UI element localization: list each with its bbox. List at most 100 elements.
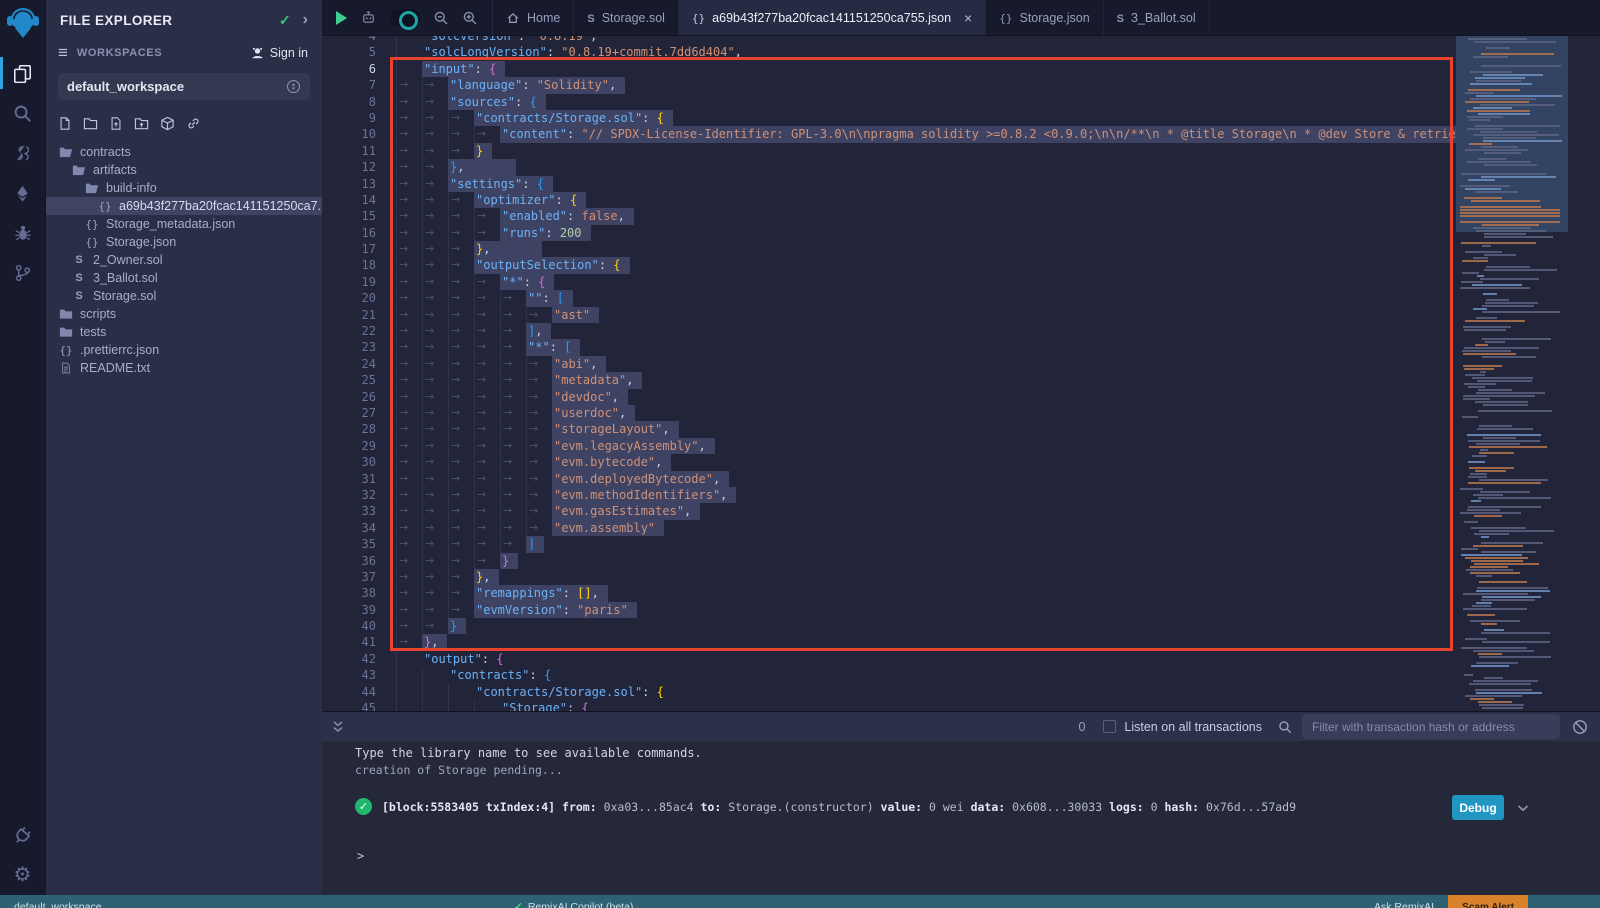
code-line-44[interactable]: 44"contracts/Storage.sol": { [322, 684, 1456, 700]
code-line-42[interactable]: 42"output": { [322, 651, 1456, 667]
create-folder-icon[interactable] [83, 116, 98, 131]
link-icon[interactable] [186, 116, 201, 131]
ai-copilot-toggle[interactable] [390, 9, 420, 26]
code-line-19[interactable]: 19→→→→"*": { [322, 274, 1456, 290]
settings-gear-icon[interactable]: ⚙ [0, 855, 46, 895]
zoom-in-icon[interactable] [462, 10, 478, 26]
tree-item-artifacts[interactable]: artifacts [46, 161, 322, 179]
code-line-24[interactable]: 24→→→→→→"abi", [322, 356, 1456, 372]
tab-home[interactable]: Home [493, 0, 574, 35]
transaction-filter-input[interactable] [1302, 714, 1560, 739]
tree-item-contracts[interactable]: contracts [46, 143, 322, 161]
code-line-16[interactable]: 16→→→→"runs": 200 [322, 225, 1456, 241]
statusbar-workspace[interactable]: default_workspace [14, 901, 514, 908]
code-line-37[interactable]: 37→→→}, [322, 569, 1456, 585]
solidity-compiler-icon[interactable] [0, 133, 46, 173]
plugin-manager-icon[interactable] [0, 815, 46, 855]
tx-expand-chevron-icon[interactable] [1515, 800, 1531, 816]
code-line-30[interactable]: 30→→→→→→"evm.bytecode", [322, 454, 1456, 470]
panel-expand-chevron-icon[interactable]: › [303, 11, 308, 29]
terminal-prompt[interactable]: > [357, 849, 364, 863]
scam-alert-chip[interactable]: Scam Alert [1448, 895, 1528, 908]
workspaces-menu-icon[interactable]: ≡ [58, 43, 68, 63]
code-editor[interactable]: 4"solcVersion": "0.8.19",5"solcLongVersi… [322, 36, 1600, 711]
code-line-6[interactable]: 6"input": { [322, 61, 1456, 77]
code-line-18[interactable]: 18→→→"outputSelection": { [322, 257, 1456, 273]
code-line-12[interactable]: 12→→}, [322, 159, 1456, 175]
workspace-select[interactable]: default_workspace [58, 73, 310, 100]
deploy-and-run-icon[interactable] [0, 173, 46, 213]
code-line-40[interactable]: 40→→} [322, 618, 1456, 634]
code-line-7[interactable]: 7→→"language": "Solidity", [322, 77, 1456, 93]
code-line-31[interactable]: 31→→→→→→"evm.deployedBytecode", [322, 471, 1456, 487]
terminal-output[interactable]: Type the library name to see available c… [322, 741, 1600, 895]
upload-file-icon[interactable] [109, 116, 123, 131]
code-line-8[interactable]: 8→→"sources": { [322, 94, 1456, 110]
code-line-35[interactable]: 35→→→→→] [322, 536, 1456, 552]
code-line-29[interactable]: 29→→→→→→"evm.legacyAssembly", [322, 438, 1456, 454]
tree-item-3-ballot-sol[interactable]: S3_Ballot.sol [46, 269, 322, 287]
code-line-23[interactable]: 23→→→→→"*": [ [322, 339, 1456, 355]
code-line-36[interactable]: 36→→→→} [322, 553, 1456, 569]
create-file-icon[interactable] [58, 116, 72, 131]
zoom-out-icon[interactable] [433, 10, 449, 26]
code-line-20[interactable]: 20→→→→→"": [ [322, 290, 1456, 306]
code-line-26[interactable]: 26→→→→→→"devdoc", [322, 389, 1456, 405]
tree-item-a69b43f277ba20fcac141151250ca7-[interactable]: {}a69b43f277ba20fcac141151250ca7... [46, 197, 322, 215]
tab-a69b43f277ba20fcac141151250ca755-json[interactable]: {}a69b43f277ba20fcac141151250ca755.json× [679, 0, 986, 35]
code-line-25[interactable]: 25→→→→→→"metadata", [322, 372, 1456, 388]
statusbar-ask-ai[interactable]: Ask RemixAI [1374, 901, 1434, 908]
tree-item-storage-metadata-json[interactable]: {}Storage_metadata.json [46, 215, 322, 233]
minimap[interactable] [1456, 36, 1568, 711]
tab-storage-json[interactable]: {}Storage.json [986, 0, 1103, 35]
publish-box-icon[interactable] [160, 116, 175, 131]
tab-3-ballot-sol[interactable]: S3_Ballot.sol [1104, 0, 1210, 35]
code-line-11[interactable]: 11→→→} [322, 143, 1456, 159]
tree-item-build-info[interactable]: build-info [46, 179, 322, 197]
debugger-bug-icon[interactable] [0, 213, 46, 253]
tree-item-2-owner-sol[interactable]: S2_Owner.sol [46, 251, 322, 269]
tab-close-icon[interactable]: × [964, 10, 972, 26]
code-line-38[interactable]: 38→→→"remappings": [], [322, 585, 1456, 601]
code-line-4[interactable]: 4"solcVersion": "0.8.19", [322, 36, 1456, 44]
code-line-32[interactable]: 32→→→→→→"evm.methodIdentifiers", [322, 487, 1456, 503]
code-line-17[interactable]: 17→→→}, [322, 241, 1456, 257]
run-script-play-button[interactable] [336, 11, 347, 25]
code-line-34[interactable]: 34→→→→→→"evm.assembly" [322, 520, 1456, 536]
tree-item-tests[interactable]: tests [46, 323, 322, 341]
sign-in-button[interactable]: Sign in [250, 46, 308, 60]
code-line-28[interactable]: 28→→→→→→"storageLayout", [322, 421, 1456, 437]
tree-item--prettierrc-json[interactable]: {}.prettierrc.json [46, 341, 322, 359]
file-explorer-icon[interactable] [0, 53, 46, 93]
code-line-45[interactable]: 45"Storage": { [322, 700, 1456, 711]
tree-item-scripts[interactable]: scripts [46, 305, 322, 323]
upload-folder-icon[interactable] [134, 116, 149, 131]
code-line-13[interactable]: 13→→"settings": { [322, 176, 1456, 192]
code-line-33[interactable]: 33→→→→→→"evm.gasEstimates", [322, 503, 1456, 519]
code-line-10[interactable]: 10→→→→"content": "// SPDX-License-Identi… [322, 126, 1456, 142]
code-line-39[interactable]: 39→→→"evmVersion": "paris" [322, 602, 1456, 618]
debug-button[interactable]: Debug [1452, 795, 1504, 820]
code-line-5[interactable]: 5"solcLongVersion": "0.8.19+commit.7dd6d… [322, 44, 1456, 60]
code-line-27[interactable]: 27→→→→→→"userdoc", [322, 405, 1456, 421]
code-line-15[interactable]: 15→→→→"enabled": false, [322, 208, 1456, 224]
listen-transactions-checkbox[interactable] [1103, 720, 1116, 733]
tree-item-readme-txt[interactable]: README.txt [46, 359, 322, 377]
tab-storage-sol[interactable]: SStorage.sol [574, 0, 679, 35]
clear-console-icon[interactable] [1572, 719, 1588, 735]
code-line-41[interactable]: 41→}, [322, 634, 1456, 650]
tree-item-storage-sol[interactable]: SStorage.sol [46, 287, 322, 305]
git-branch-icon[interactable] [0, 253, 46, 293]
tab-whitespace-arrow: → [396, 241, 422, 257]
remixai-assistant-icon[interactable] [360, 9, 377, 26]
code-line-22[interactable]: 22→→→→→], [322, 323, 1456, 339]
search-icon[interactable] [0, 93, 46, 133]
code-line-21[interactable]: 21→→→→→→"ast" [322, 307, 1456, 323]
statusbar-copilot[interactable]: ✓ RemixAI Copilot (beta) [514, 901, 1374, 908]
tree-item-storage-json[interactable]: {}Storage.json [46, 233, 322, 251]
transaction-log-row[interactable]: ✓ [block:5583405 txIndex:4] from: 0xa03.… [355, 798, 1296, 815]
terminal-collapse-icon[interactable] [330, 719, 346, 735]
code-line-43[interactable]: 43"contracts": { [322, 667, 1456, 683]
code-line-9[interactable]: 9→→→"contracts/Storage.sol": { [322, 110, 1456, 126]
code-line-14[interactable]: 14→→→"optimizer": { [322, 192, 1456, 208]
